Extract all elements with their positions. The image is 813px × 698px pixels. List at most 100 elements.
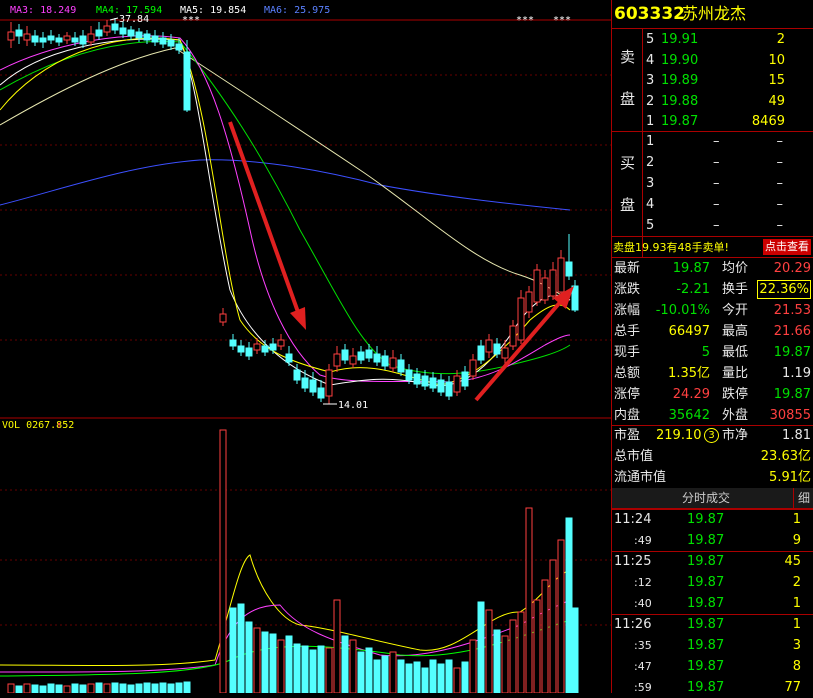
candle-body bbox=[509, 325, 517, 347]
sell-level-row: 3 19.89 15 bbox=[643, 70, 813, 91]
buy-label-bottom: 盘 bbox=[620, 196, 636, 214]
sell-label-bottom: 盘 bbox=[620, 90, 636, 108]
tick-time: 11:26 bbox=[614, 617, 652, 632]
stat-row: 最新 19.87 均价 20.29 bbox=[612, 258, 813, 279]
tick-volume: 1 bbox=[792, 596, 801, 611]
ma3-legend: MA3: 18.249 bbox=[10, 5, 76, 16]
buy-level-row: 3 – – bbox=[643, 173, 813, 194]
candle-body bbox=[517, 297, 525, 341]
candle-body bbox=[493, 343, 501, 355]
pe-badge: 3 bbox=[704, 428, 719, 443]
volume-bar bbox=[111, 682, 119, 693]
stat-value: -10.01% bbox=[655, 303, 710, 318]
volume-bar bbox=[301, 645, 309, 693]
tick-price: 19.87 bbox=[687, 596, 725, 611]
buy-label-top: 买 bbox=[620, 154, 636, 172]
volume-bar bbox=[151, 683, 159, 693]
stat-value: 1.19 bbox=[782, 366, 811, 381]
candle-body bbox=[469, 359, 477, 377]
candle-body bbox=[445, 381, 453, 397]
candle-body bbox=[7, 31, 15, 41]
volume-bar bbox=[453, 667, 461, 693]
ma6-legend: MA6: 25.975 bbox=[264, 5, 330, 16]
order-notice: 卖盘19.93有48手卖单! 点击查看 bbox=[612, 237, 813, 258]
volume-bar bbox=[309, 649, 317, 693]
volume-bar bbox=[229, 607, 237, 693]
candle-body bbox=[87, 33, 95, 43]
stock-code[interactable]: 603332 bbox=[614, 0, 685, 28]
candle-body bbox=[571, 285, 579, 311]
candle-body bbox=[293, 369, 301, 381]
volume-bar bbox=[7, 683, 15, 693]
tick-price: 19.87 bbox=[687, 512, 725, 527]
volume-bar bbox=[525, 507, 533, 693]
sell-price: 19.90 bbox=[661, 52, 699, 68]
buy-level-row: 1 – – bbox=[643, 131, 813, 152]
buy-level-row: 4 – – bbox=[643, 194, 813, 215]
tick-volume: 45 bbox=[784, 554, 801, 569]
mktcap-row: 总市值 23.63亿 bbox=[612, 446, 813, 467]
stat-label: 内盘 bbox=[614, 408, 641, 423]
candle-body bbox=[103, 25, 111, 33]
pb-label: 市净 bbox=[722, 428, 749, 443]
candle-body bbox=[301, 377, 309, 389]
stat-label: 换手 bbox=[722, 282, 749, 297]
ticks-header: 分时成交 细 bbox=[612, 488, 813, 508]
tick-volume: 9 bbox=[792, 533, 801, 548]
candle-body bbox=[135, 31, 143, 39]
stat-value: -2.21 bbox=[676, 282, 710, 297]
tick-volume: 1 bbox=[792, 617, 801, 632]
stat-value: 21.66 bbox=[773, 324, 811, 339]
stat-value: 19.87 bbox=[773, 345, 811, 360]
volume-bar bbox=[541, 579, 549, 693]
volume-bar bbox=[159, 682, 167, 693]
sell-level: 4 bbox=[646, 52, 655, 68]
tick-volume: 77 bbox=[784, 680, 801, 695]
stat-label: 均价 bbox=[722, 261, 749, 276]
candle-body bbox=[15, 29, 23, 37]
stat-label: 跌停 bbox=[722, 387, 749, 402]
volume-bar bbox=[237, 603, 245, 693]
volume-bar bbox=[127, 684, 135, 693]
sell-volume: 2 bbox=[776, 32, 785, 47]
buy-level: 5 bbox=[646, 218, 655, 233]
buy-price: – bbox=[713, 155, 720, 170]
stat-value: 5 bbox=[701, 345, 710, 360]
volume-bar bbox=[23, 683, 31, 693]
candle-body bbox=[237, 345, 245, 353]
volume-bar bbox=[533, 599, 541, 693]
stat-label: 涨幅 bbox=[614, 303, 641, 318]
sell-level-row: 5 19.91 2 bbox=[643, 29, 813, 50]
volume-bar bbox=[277, 639, 285, 693]
tick-time: :35 bbox=[634, 639, 652, 652]
candle-body bbox=[127, 29, 135, 37]
tick-time: :12 bbox=[634, 576, 652, 589]
stat-row: 涨幅 -10.01% 今开 21.53 bbox=[612, 300, 813, 321]
volume-bar bbox=[477, 601, 485, 693]
ticks-detail-button[interactable]: 细 bbox=[793, 488, 813, 508]
volume-bar bbox=[565, 517, 573, 693]
tick-volume: 2 bbox=[792, 575, 801, 590]
sell-price: 19.91 bbox=[661, 32, 699, 47]
sell-price: 19.89 bbox=[661, 73, 699, 88]
tick-row: :12 19.87 2 bbox=[612, 572, 813, 593]
stat-row: 内盘 35642 外盘 30855 bbox=[612, 405, 813, 426]
kline-chart[interactable]: MA3: 18.249 MA4: 17.594 MA5: 19.854 MA6:… bbox=[0, 0, 611, 693]
volume-bar bbox=[517, 611, 525, 693]
ticks-title[interactable]: 分时成交 bbox=[682, 488, 730, 508]
tick-row: :49 19.87 9 bbox=[612, 530, 813, 551]
view-detail-button[interactable]: 点击查看 bbox=[763, 239, 811, 255]
candle-body bbox=[437, 379, 445, 393]
tick-time: :47 bbox=[634, 660, 652, 673]
candle-body bbox=[533, 269, 541, 303]
stock-name[interactable]: 苏州龙杰 bbox=[682, 0, 746, 28]
candle-body bbox=[277, 339, 285, 347]
volume-bar bbox=[469, 639, 477, 693]
tick-time: :40 bbox=[634, 597, 652, 610]
stat-label: 最新 bbox=[614, 261, 641, 276]
stat-value: 30855 bbox=[769, 408, 811, 423]
buy-volume: – bbox=[776, 155, 784, 170]
candle-body bbox=[39, 37, 47, 43]
volume-bar bbox=[549, 559, 557, 693]
tick-row: 11:24 19.87 1 bbox=[612, 509, 813, 530]
